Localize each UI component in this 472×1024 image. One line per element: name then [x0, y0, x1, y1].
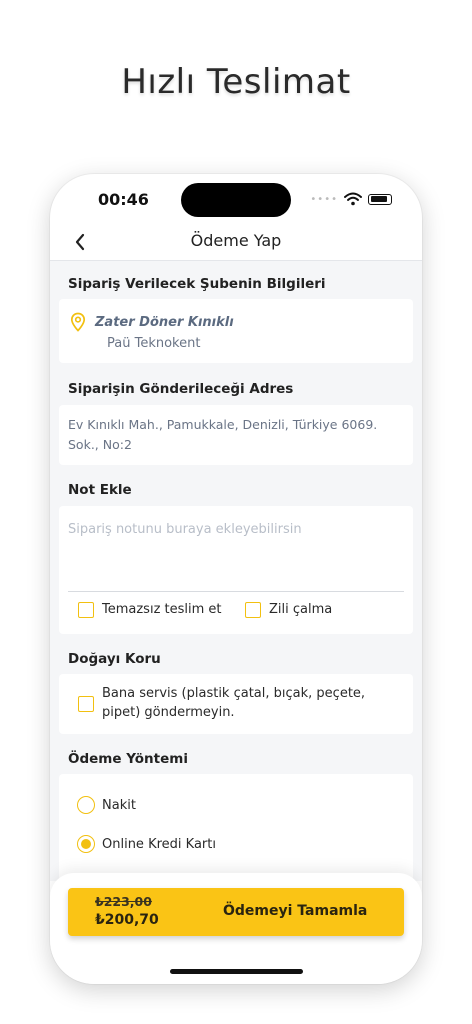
phone-frame: 00:46 •••• Ödeme Yap Sipariş Verilecek Ş…	[50, 174, 422, 984]
page-title: Ödeme Yap	[190, 231, 282, 250]
nature-section-title: Doğayı Koru	[68, 651, 161, 667]
branch-name: Zater Döner Kınıklı	[95, 315, 234, 330]
address-section-title: Siparişin Gönderileceği Adres	[68, 381, 294, 397]
wifi-icon	[344, 192, 362, 206]
payment-section-title: Ödeme Yöntemi	[68, 751, 188, 767]
note-divider	[68, 591, 404, 592]
no-bell-label: Zili çalma	[269, 602, 333, 617]
delivery-address: Ev Kınıklı Mah., Pamukkale, Denizli, Tür…	[68, 417, 378, 452]
battery-icon	[368, 193, 392, 205]
note-input[interactable]: Sipariş notunu buraya ekleyebilirsin	[68, 522, 302, 537]
complete-payment-label: Ödemeyi Tamamla	[223, 903, 368, 919]
dynamic-island	[181, 183, 291, 217]
status-time: 00:46	[98, 190, 149, 209]
status-icons: ••••	[310, 192, 392, 206]
signal-icon: ••••	[310, 193, 338, 205]
contactless-checkbox[interactable]	[78, 602, 94, 618]
no-cutlery-checkbox[interactable]	[78, 696, 94, 712]
note-section-title: Not Ekle	[68, 482, 132, 498]
checkout-content: Sipariş Verilecek Şubenin Bilgileri Zate…	[50, 261, 422, 881]
home-indicator[interactable]	[170, 969, 303, 974]
contactless-label: Temazsız teslim et	[102, 602, 222, 617]
page-headline: Hızlı Teslimat	[121, 62, 351, 102]
cash-radio[interactable]	[77, 796, 95, 814]
no-cutlery-label: Bana servis (plastik çatal, bıçak, peçet…	[102, 686, 366, 720]
credit-card-label: Online Kredi Kartı	[102, 837, 216, 852]
note-card: Sipariş notunu buraya ekleyebilirsin Tem…	[59, 506, 413, 634]
old-price: ₺223,00	[95, 894, 152, 909]
credit-card-radio[interactable]	[77, 835, 95, 853]
nav-bar: Ödeme Yap	[50, 226, 422, 261]
branch-location: Paü Teknokent	[107, 336, 201, 351]
branch-section-title: Sipariş Verilecek Şubenin Bilgileri	[68, 276, 326, 292]
checkout-bar: ₺223,00 ₺200,70 Ödemeyi Tamamla	[50, 873, 422, 984]
location-pin-icon	[70, 312, 86, 332]
nature-card: Bana servis (plastik çatal, bıçak, peçet…	[59, 674, 413, 734]
complete-payment-button[interactable]: ₺223,00 ₺200,70 Ödemeyi Tamamla	[68, 888, 404, 936]
no-bell-checkbox[interactable]	[245, 602, 261, 618]
branch-card: Zater Döner Kınıklı Paü Teknokent	[59, 299, 413, 363]
cash-label: Nakit	[102, 798, 136, 813]
address-card[interactable]: Ev Kınıklı Mah., Pamukkale, Denizli, Tür…	[59, 405, 413, 465]
payment-card: Nakit Online Kredi Kartı	[59, 774, 413, 881]
status-bar: 00:46 ••••	[50, 174, 422, 226]
new-price: ₺200,70	[95, 912, 159, 928]
